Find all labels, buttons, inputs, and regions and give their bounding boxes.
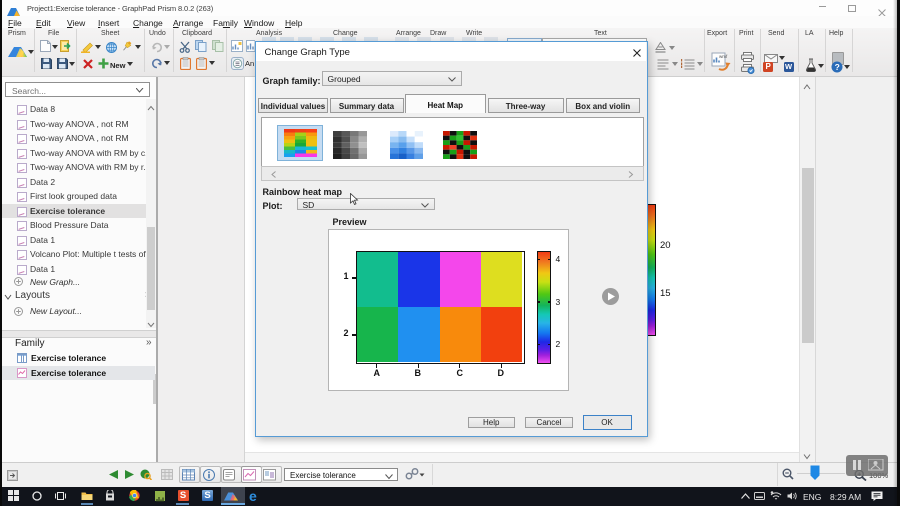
svg-text:?: ? (835, 62, 840, 72)
svg-text:wmf: wmf (719, 54, 728, 59)
